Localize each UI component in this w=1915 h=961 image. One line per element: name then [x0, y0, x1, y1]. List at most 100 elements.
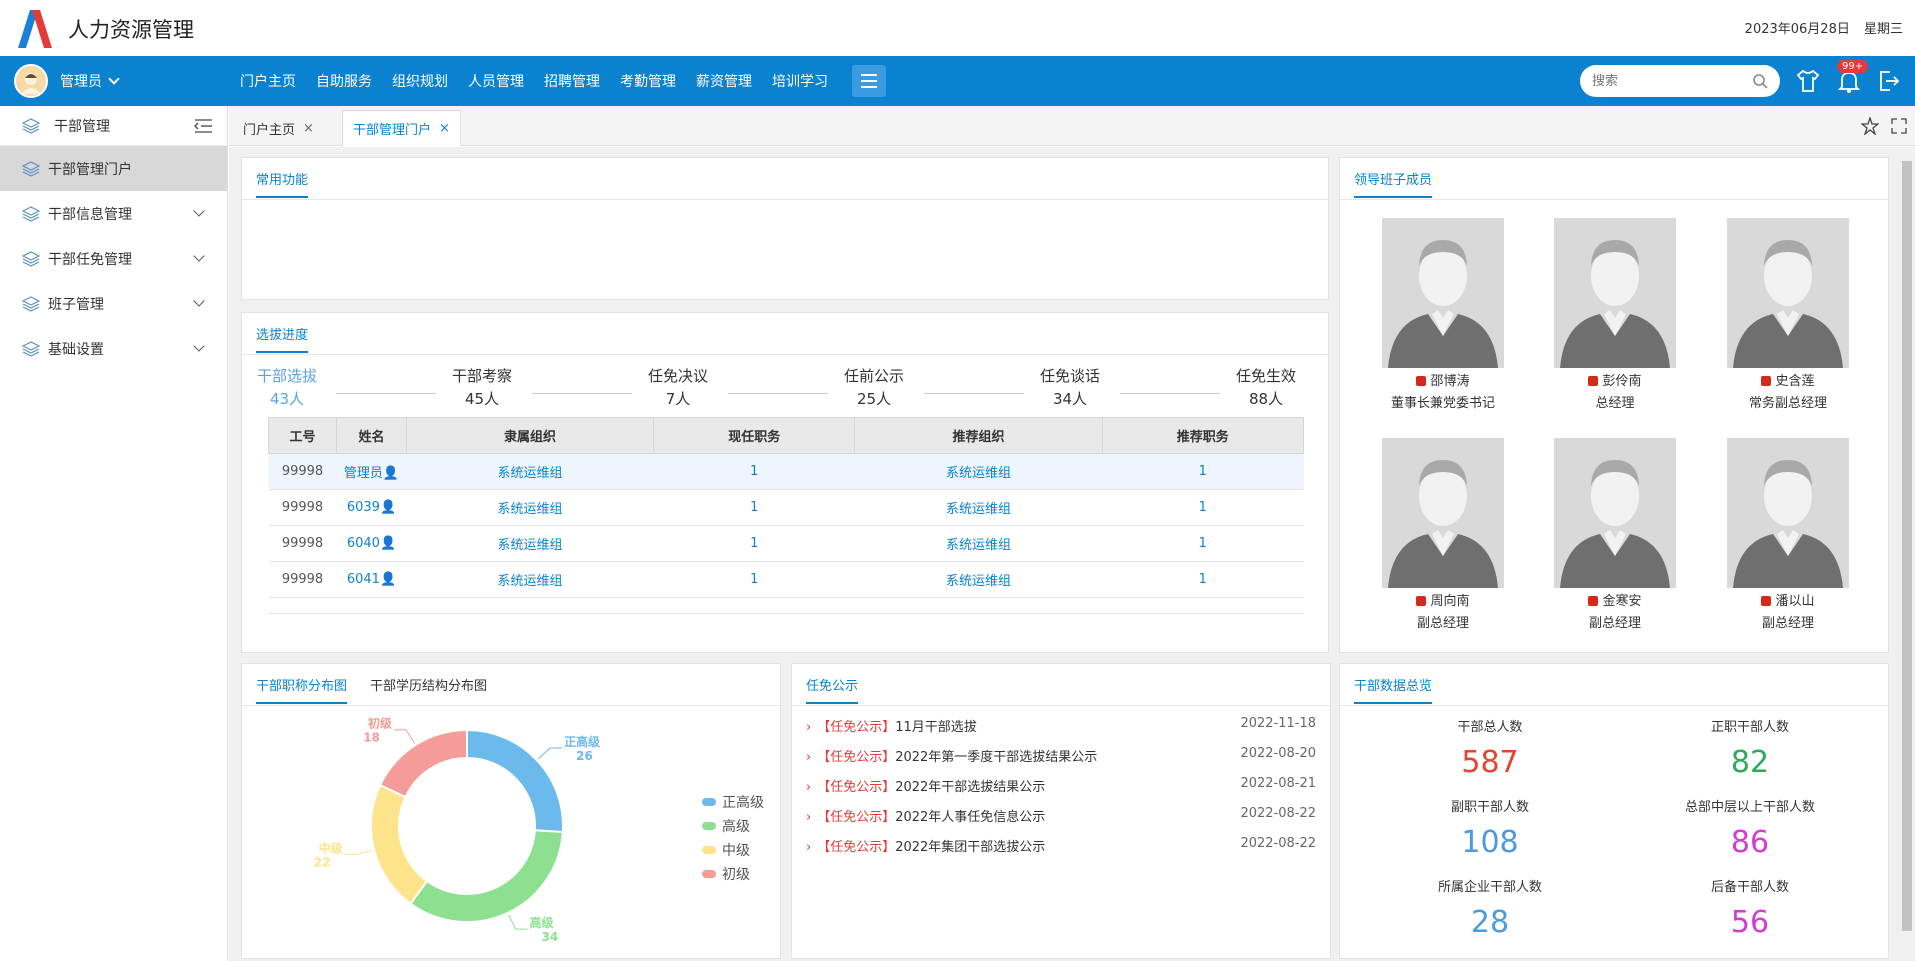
col-header: 现任职务 [653, 417, 856, 454]
close-icon[interactable]: × [303, 121, 314, 136]
tab-portal[interactable]: 门户主页 × [233, 110, 324, 146]
table-row[interactable]: 99998 6039👤 系统运维组 1 系统运维组 1 [268, 489, 1304, 526]
cell-org[interactable]: 系统运维组 [406, 561, 654, 598]
leader-card[interactable]: 潘以山 副总经理 [1727, 438, 1849, 631]
tab-education-distribution[interactable]: 干部学历结构分布图 [370, 675, 487, 694]
cell-rec-org[interactable]: 系统运维组 [854, 525, 1103, 562]
notice-item[interactable]: › 【任免公示】2022年人事任免信息公示 2022-08-22 [806, 806, 1316, 828]
legend-item[interactable]: 高级 [702, 816, 750, 836]
step-interview[interactable]: 任免谈话 34人 [1035, 365, 1105, 409]
donut-slice[interactable] [466, 728, 564, 834]
menu-org-planning[interactable]: 组织规划 [392, 71, 448, 91]
notice-item[interactable]: › 【任免公示】2022年第一季度干部选拔结果公示 2022-08-20 [806, 746, 1316, 768]
stat-value: 587 [1461, 745, 1519, 780]
cell-rec-org[interactable]: 系统运维组 [854, 561, 1103, 598]
layers-icon [22, 205, 40, 222]
sidebar-item-portal[interactable]: 干部管理门户 [0, 146, 227, 191]
table-row[interactable]: 99998 6040👤 系统运维组 1 系统运维组 1 [268, 525, 1304, 562]
shirt-icon[interactable] [1795, 68, 1821, 94]
step-selection[interactable]: 干部选拔 43人 [252, 365, 322, 409]
sidebar-item-settings[interactable]: 基础设置 [0, 326, 227, 371]
leader-card[interactable]: 史含莲 常务副总经理 [1727, 218, 1849, 411]
step-resolution[interactable]: 任免决议 7人 [643, 365, 713, 409]
cell-position[interactable]: 1 [653, 489, 855, 526]
layers-icon [22, 117, 40, 134]
menu-personnel[interactable]: 人员管理 [468, 71, 524, 91]
notice-title[interactable]: 2022年第一季度干部选拔结果公示 [895, 750, 1097, 765]
sidebar-item-team[interactable]: 班子管理 [0, 281, 227, 326]
menu-attendance[interactable]: 考勤管理 [620, 71, 676, 91]
chevron-right-icon: › [806, 810, 812, 825]
notice-item[interactable]: › 【任免公示】2022年干部选拔结果公示 2022-08-21 [806, 776, 1316, 798]
cell-org[interactable]: 系统运维组 [406, 489, 654, 526]
notice-title[interactable]: 11月干部选拔 [895, 720, 977, 735]
legend-item[interactable]: 中级 [702, 840, 750, 860]
fullscreen-icon[interactable] [1891, 118, 1907, 134]
menu-training[interactable]: 培训学习 [772, 71, 828, 91]
leader-card[interactable]: 邵博涛 董事长兼党委书记 [1382, 218, 1504, 411]
tab-cadre-portal[interactable]: 干部管理门户 × [342, 110, 461, 146]
name-link[interactable]: 6040 [347, 536, 380, 551]
leader-photo [1727, 218, 1849, 368]
cell-position[interactable]: 1 [653, 561, 855, 598]
notice-item[interactable]: › 【任免公示】2022年集团干部选拔公示 2022-08-22 [806, 836, 1316, 858]
legend-item[interactable]: 初级 [702, 864, 750, 884]
notice-title[interactable]: 2022年人事任免信息公示 [895, 810, 1045, 825]
cell-org[interactable]: 系统运维组 [406, 525, 654, 562]
legend-item[interactable]: 正高级 [702, 792, 764, 812]
leader-card[interactable]: 彭伶南 总经理 [1554, 218, 1676, 411]
party-emblem-icon [1416, 596, 1427, 606]
slice-label: 初级 [368, 716, 392, 731]
logout-icon[interactable] [1876, 68, 1902, 94]
leader-card[interactable]: 周向南 副总经理 [1382, 438, 1504, 631]
table-row[interactable]: 99998 管理员👤 系统运维组 1 系统运维组 1 [268, 453, 1304, 490]
search-input[interactable] [1592, 71, 1742, 91]
tab-title-distribution[interactable]: 干部职称分布图 [256, 675, 348, 704]
cell-rec-position[interactable]: 1 [1102, 489, 1304, 526]
cell-rec-position[interactable]: 1 [1102, 453, 1304, 490]
cell-name[interactable]: 6041👤 [336, 561, 407, 598]
cell-position[interactable]: 1 [653, 525, 855, 562]
user-menu[interactable]: 管理员 [14, 64, 120, 98]
leader-card[interactable]: 金寒安 副总经理 [1554, 438, 1676, 631]
menu-recruitment[interactable]: 招聘管理 [544, 71, 600, 91]
menu-payroll[interactable]: 薪资管理 [696, 71, 752, 91]
cell-rec-org[interactable]: 系统运维组 [854, 453, 1103, 490]
cell-org[interactable]: 系统运维组 [406, 453, 654, 490]
notice-item[interactable]: › 【任免公示】11月干部选拔 2022-11-18 [806, 716, 1316, 738]
search-icon[interactable] [1752, 73, 1768, 89]
vertical-scrollbar[interactable] [1901, 147, 1913, 957]
star-icon[interactable] [1861, 117, 1879, 135]
slice-label: 中级 [319, 840, 343, 855]
menu-self-service[interactable]: 自助服务 [316, 71, 372, 91]
hamburger-icon[interactable] [852, 65, 886, 97]
label-line [344, 849, 373, 855]
step-effective[interactable]: 任免生效 88人 [1231, 365, 1301, 409]
donut-slice[interactable] [409, 829, 564, 923]
close-icon[interactable]: × [439, 121, 450, 136]
cell-rec-position[interactable]: 1 [1102, 561, 1304, 598]
cell-name[interactable]: 6040👤 [336, 525, 407, 562]
cell-rec-position[interactable]: 1 [1102, 525, 1304, 562]
menu-portal[interactable]: 门户主页 [240, 71, 296, 91]
notice-title[interactable]: 2022年集团干部选拔公示 [895, 840, 1045, 855]
sidebar-item-info[interactable]: 干部信息管理 [0, 191, 227, 236]
horizontal-scrollbar[interactable] [268, 613, 1304, 633]
collapse-menu-icon[interactable] [193, 118, 213, 134]
donut-slice[interactable] [370, 783, 429, 906]
step-inspection[interactable]: 干部考察 45人 [447, 365, 517, 409]
step-count: 34人 [1052, 390, 1088, 408]
panel-title: 常用功能 [256, 169, 309, 198]
cell-name[interactable]: 6039👤 [336, 489, 407, 526]
notice-title[interactable]: 2022年干部选拔结果公示 [895, 780, 1045, 795]
cell-position[interactable]: 1 [653, 453, 855, 490]
name-link[interactable]: 6039 [347, 500, 380, 515]
cell-rec-org[interactable]: 系统运维组 [854, 489, 1103, 526]
cell-name[interactable]: 管理员👤 [336, 453, 407, 490]
name-link[interactable]: 管理员 [344, 466, 383, 481]
donut-slice[interactable] [378, 728, 468, 799]
table-row[interactable]: 99998 6041👤 系统运维组 1 系统运维组 1 [268, 561, 1304, 598]
name-link[interactable]: 6041 [347, 572, 380, 587]
step-publicity[interactable]: 任前公示 25人 [839, 365, 909, 409]
sidebar-item-appointment[interactable]: 干部任免管理 [0, 236, 227, 281]
